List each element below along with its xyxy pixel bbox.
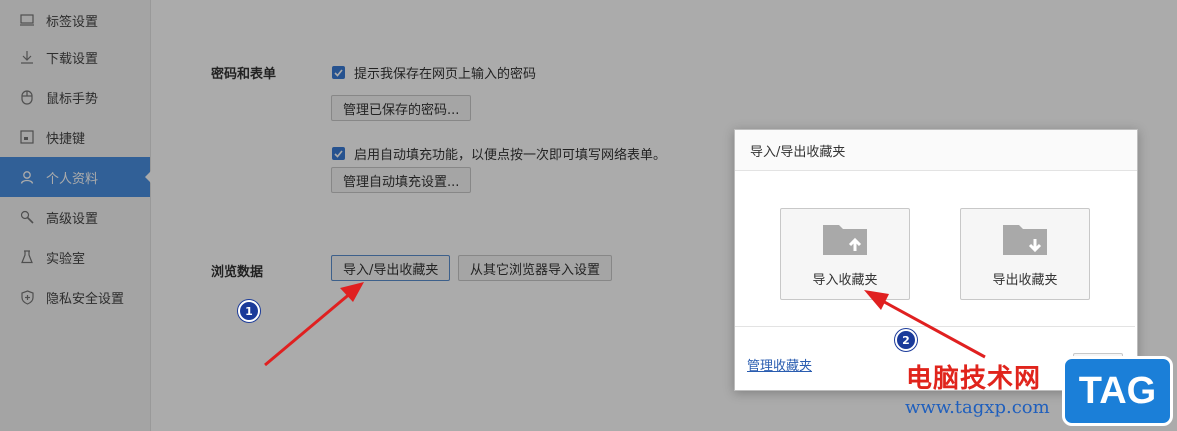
arrow-1 — [264, 282, 364, 367]
watermark-site-name: 电脑技术网 — [906, 364, 1042, 394]
watermark-logo: TAG — [1062, 356, 1173, 426]
arrow-2 — [864, 290, 986, 359]
step-marker-2: 2 — [895, 329, 917, 351]
step-marker-1: 1 — [238, 300, 260, 322]
watermark-url: www.tagxp.com — [905, 397, 1050, 418]
